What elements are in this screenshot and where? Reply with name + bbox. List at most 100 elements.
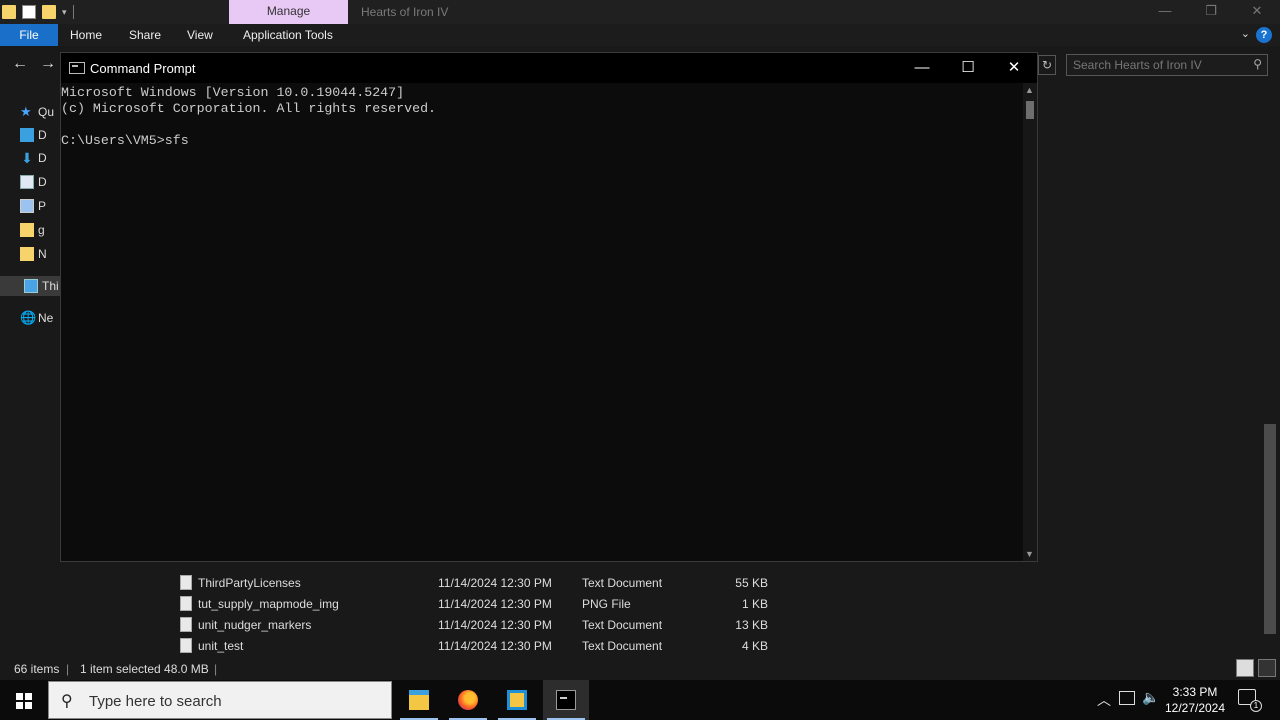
explorer-search-box[interactable]: ⚲ xyxy=(1066,54,1268,76)
status-divider: | xyxy=(214,662,218,676)
console-output[interactable]: Microsoft Windows [Version 10.0.19044.52… xyxy=(61,83,1023,561)
text-file-icon xyxy=(180,575,192,590)
scroll-up-arrow-icon[interactable]: ▲ xyxy=(1025,85,1034,95)
cmd-maximize-button[interactable]: ☐ xyxy=(945,53,991,83)
view-toggle-group xyxy=(1236,659,1276,677)
help-icon[interactable]: ? xyxy=(1256,27,1272,43)
notification-badge: 1 xyxy=(1250,700,1262,712)
console-prompt-line[interactable]: C:\Users\VM5>sfs xyxy=(61,133,189,149)
status-selection: 1 item selected 48.0 MB xyxy=(80,662,209,676)
status-divider: | xyxy=(66,662,70,676)
command-prompt-icon xyxy=(69,62,85,74)
nav-item-folder-n[interactable]: N xyxy=(20,244,47,264)
file-size: 13 KB xyxy=(735,618,768,632)
taskbar-app-virtualbox[interactable] xyxy=(494,680,540,720)
customize-toolbar-chevron-icon[interactable]: ▾ xyxy=(62,7,67,18)
navigation-pane: ★ Qu D ⬇ D D P g N Thi 🌐 Ne xyxy=(0,96,62,336)
show-hidden-icons-chevron-icon[interactable]: ︿ xyxy=(1097,690,1111,710)
nav-item-label: g xyxy=(38,223,45,237)
search-icon: ⚲ xyxy=(61,693,73,710)
file-list-scrollbar-thumb[interactable] xyxy=(1264,424,1276,634)
file-date: 11/14/2024 12:30 PM xyxy=(438,576,552,590)
cmd-minimize-button[interactable]: — xyxy=(899,53,945,83)
system-clock[interactable]: 3:33 PM 12/27/2024 xyxy=(1160,684,1230,716)
command-prompt-icon xyxy=(556,690,576,710)
status-bar: 66 items | 1 item selected 48.0 MB | xyxy=(0,658,1280,680)
tab-application-tools[interactable]: Application Tools xyxy=(243,24,333,46)
star-icon: ★ xyxy=(20,104,32,119)
close-button[interactable]: ✕ xyxy=(1234,0,1280,24)
clock-date: 12/27/2024 xyxy=(1164,701,1226,715)
file-date: 11/14/2024 12:30 PM xyxy=(438,618,552,632)
nav-item-folder-g[interactable]: g xyxy=(20,220,45,240)
document-icon xyxy=(20,175,34,189)
cmd-scrollbar[interactable]: ▲ ▼ xyxy=(1023,83,1037,561)
details-view-button[interactable] xyxy=(1236,659,1254,677)
taskbar-search-input[interactable] xyxy=(89,691,379,711)
taskbar-app-command-prompt[interactable] xyxy=(543,680,589,720)
folder-icon xyxy=(20,247,34,261)
large-icons-view-button[interactable] xyxy=(1258,659,1276,677)
table-row[interactable]: unit_test 11/14/2024 12:30 PM Text Docum… xyxy=(180,636,780,656)
file-name: tut_supply_mapmode_img xyxy=(198,597,339,611)
file-size: 55 KB xyxy=(735,576,768,590)
tab-view[interactable]: View xyxy=(187,24,213,46)
minimize-button[interactable]: — xyxy=(1142,0,1188,24)
quick-access-toolbar: ▾ xyxy=(2,3,74,21)
nav-item-label: Qu xyxy=(38,105,55,119)
explorer-titlebar: ▾ Manage Hearts of Iron IV — ❐ ✕ xyxy=(0,0,1280,24)
taskbar-search-box[interactable]: ⚲ xyxy=(48,681,392,719)
table-row[interactable]: unit_nudger_markers 11/14/2024 12:30 PM … xyxy=(180,615,780,635)
ribbon-expand-chevron-icon[interactable]: ⌄ xyxy=(1241,27,1250,40)
file-size: 1 KB xyxy=(741,597,768,611)
cmd-titlebar[interactable]: Command Prompt — ☐ ✕ xyxy=(61,53,1037,83)
table-row[interactable]: ThirdPartyLicenses 11/14/2024 12:30 PM T… xyxy=(180,573,780,593)
properties-icon[interactable] xyxy=(22,5,36,19)
ribbon-manage-tab[interactable]: Manage xyxy=(229,0,348,24)
nav-item-quick-access[interactable]: ★ Qu xyxy=(20,102,54,122)
forward-arrow-icon[interactable]: → xyxy=(40,55,56,73)
new-folder-icon[interactable] xyxy=(42,5,56,19)
start-button[interactable] xyxy=(0,680,48,720)
cmd-close-button[interactable]: ✕ xyxy=(991,53,1037,83)
command-prompt-window[interactable]: Command Prompt — ☐ ✕ Microsoft Windows [… xyxy=(60,52,1038,562)
taskbar: ⚲ ︿ 🔈 3:33 PM 12/27/2024 1 xyxy=(0,680,1280,720)
explorer-search-input[interactable] xyxy=(1073,57,1243,73)
file-type: Text Document xyxy=(582,576,663,590)
nav-item-this-pc[interactable]: Thi xyxy=(0,276,62,296)
file-type: Text Document xyxy=(582,618,663,632)
nav-item-pictures[interactable]: P xyxy=(20,196,46,216)
file-type: PNG File xyxy=(582,597,631,611)
console-line: (c) Microsoft Corporation. All rights re… xyxy=(61,101,437,116)
nav-item-desktop[interactable]: D xyxy=(20,125,47,145)
table-row[interactable]: tut_supply_mapmode_img 11/14/2024 12:30 … xyxy=(180,594,780,614)
folder-icon[interactable] xyxy=(2,5,16,19)
text-file-icon xyxy=(180,638,192,653)
console-line: Microsoft Windows [Version 10.0.19044.52… xyxy=(61,85,405,100)
clock-time: 3:33 PM xyxy=(1172,685,1218,699)
network-icon: 🌐 xyxy=(20,310,37,325)
file-date: 11/14/2024 12:30 PM xyxy=(438,597,552,611)
virtualbox-icon xyxy=(507,690,527,710)
tab-file[interactable]: File xyxy=(0,24,58,46)
back-arrow-icon[interactable]: ← xyxy=(12,55,28,73)
taskbar-app-firefox[interactable] xyxy=(445,680,491,720)
refresh-icon[interactable]: ↻ xyxy=(1038,55,1056,75)
cmd-scrollbar-thumb[interactable] xyxy=(1026,101,1034,119)
taskbar-app-file-explorer[interactable] xyxy=(396,680,442,720)
tab-share[interactable]: Share xyxy=(129,24,161,46)
desktop-icon xyxy=(20,128,34,142)
restore-button[interactable]: ❐ xyxy=(1188,0,1234,24)
ribbon-tabs: File Home Share View Application Tools ⌄… xyxy=(0,24,1280,46)
nav-item-documents[interactable]: D xyxy=(20,172,47,192)
cmd-window-controls: — ☐ ✕ xyxy=(899,53,1037,83)
nav-item-label: N xyxy=(38,247,47,261)
scroll-down-arrow-icon[interactable]: ▼ xyxy=(1025,549,1034,559)
tab-home[interactable]: Home xyxy=(70,24,102,46)
cmd-window-title: Command Prompt xyxy=(90,61,196,76)
volume-muted-icon[interactable]: 🔈 xyxy=(1142,689,1159,706)
nav-item-network[interactable]: 🌐 Ne xyxy=(20,308,53,328)
nav-item-downloads[interactable]: ⬇ D xyxy=(20,148,47,168)
network-status-icon[interactable] xyxy=(1119,691,1135,705)
file-date: 11/14/2024 12:30 PM xyxy=(438,639,552,653)
